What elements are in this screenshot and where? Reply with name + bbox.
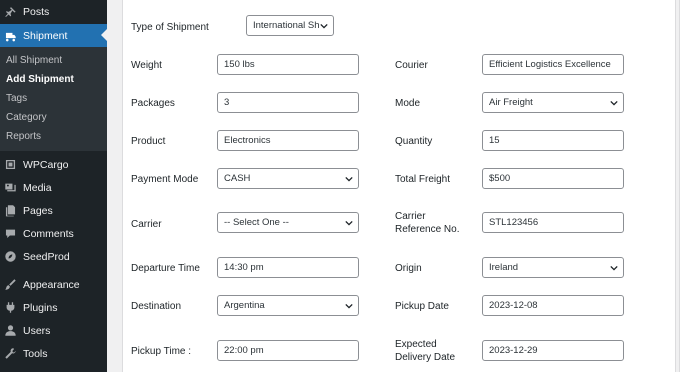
menu-item-pages[interactable]: Pages	[0, 199, 107, 222]
shipment-icon	[4, 29, 17, 42]
mode-select[interactable]: Air Freight	[482, 92, 624, 113]
carrier-select[interactable]: -- Select One --	[217, 212, 359, 233]
submenu-tags[interactable]: Tags	[0, 89, 107, 108]
comments-icon	[4, 227, 17, 240]
user-icon	[4, 324, 17, 337]
origin-select[interactable]: Ireland	[482, 257, 624, 278]
chevron-down-icon	[610, 99, 618, 107]
product-input[interactable]: Electronics	[217, 130, 359, 151]
chevron-down-icon	[345, 219, 353, 227]
menu-label-seedprod: SeedProd	[23, 250, 70, 263]
destination-label: Destination	[131, 301, 182, 312]
chevron-down-icon	[610, 264, 618, 272]
pickup-date-label: Pickup Date	[395, 301, 449, 312]
expected-delivery-label-line2: Delivery Date	[395, 352, 456, 363]
chevron-down-icon	[345, 302, 353, 310]
shipment-form-panel: Type of Shipment International Sh Weight…	[122, 0, 676, 372]
departure-time-input[interactable]: 14:30 pm	[217, 257, 359, 278]
courier-input[interactable]: Efficient Logistics Excellence	[482, 54, 624, 75]
plug-icon	[4, 301, 17, 314]
type-of-shipment-label: Type of Shipment	[131, 22, 209, 33]
payment-mode-label: Payment Mode	[131, 174, 199, 185]
paintbrush-icon	[4, 278, 17, 291]
product-label: Product	[131, 136, 166, 147]
mode-value: Air Freight	[489, 97, 533, 108]
carrier-reference-label: Carrier Reference No.	[395, 210, 459, 236]
carrier-value: -- Select One --	[224, 217, 289, 228]
wpcargo-icon	[4, 158, 17, 171]
payment-mode-value: CASH	[224, 173, 251, 184]
pickup-time-input[interactable]: 22:00 pm	[217, 340, 359, 361]
seedprod-icon	[4, 250, 17, 263]
packages-label: Packages	[131, 98, 175, 109]
pickup-time-label: Pickup Time :	[131, 346, 192, 357]
menu-item-shipment[interactable]: Shipment	[0, 24, 107, 47]
menu-label-tools: Tools	[23, 347, 48, 360]
admin-sidebar: Posts Shipment All Shipment Add Shipment…	[0, 0, 107, 372]
expected-delivery-input[interactable]: 2023-12-29	[482, 340, 624, 361]
quantity-label: Quantity	[395, 136, 433, 147]
carrier-reference-input[interactable]: STL123456	[482, 212, 624, 233]
submenu-category[interactable]: Category	[0, 108, 107, 127]
menu-item-seedprod[interactable]: SeedProd	[0, 245, 107, 268]
pickup-date-input[interactable]: 2023-12-08	[482, 295, 624, 316]
menu-label-posts: Posts	[23, 6, 50, 18]
menu-label-users: Users	[23, 324, 51, 337]
chevron-down-icon	[320, 22, 328, 30]
quantity-input[interactable]: 15	[482, 130, 624, 151]
weight-label: Weight	[131, 60, 162, 71]
destination-value: Argentina	[224, 300, 265, 311]
menu-label-shipment: Shipment	[23, 29, 68, 42]
menu-item-comments[interactable]: Comments	[0, 222, 107, 245]
departure-time-label: Departure Time	[131, 263, 200, 274]
wrench-icon	[4, 347, 17, 360]
menu-label-pages: Pages	[23, 204, 53, 217]
submenu-add-shipment[interactable]: Add Shipment	[0, 70, 107, 89]
menu-label-media: Media	[23, 181, 52, 194]
menu-label-appearance: Appearance	[23, 278, 80, 291]
expected-delivery-label-line1: Expected	[395, 339, 437, 350]
carrier-label: Carrier	[131, 219, 162, 230]
submenu-reports[interactable]: Reports	[0, 127, 107, 146]
packages-input[interactable]: 3	[217, 92, 359, 113]
media-icon	[4, 181, 17, 194]
carrier-reference-label-line2: Reference No.	[395, 224, 460, 235]
menu-item-users[interactable]: Users	[0, 319, 107, 342]
menu-label-comments: Comments	[23, 227, 74, 240]
destination-select[interactable]: Argentina	[217, 295, 359, 316]
origin-label: Origin	[395, 263, 422, 274]
menu-item-plugins[interactable]: Plugins	[0, 296, 107, 319]
menu-item-media[interactable]: Media	[0, 176, 107, 199]
menu-item-tools[interactable]: Tools	[0, 342, 107, 365]
carrier-reference-label-line1: Carrier	[395, 211, 426, 222]
shipment-submenu: All Shipment Add Shipment Tags Category …	[0, 47, 107, 151]
mode-label: Mode	[395, 98, 421, 109]
type-of-shipment-select[interactable]: International Sh	[246, 15, 334, 36]
expected-delivery-label: Expected Delivery Date	[395, 338, 455, 364]
origin-value: Ireland	[489, 262, 519, 273]
menu-label-wpcargo: WPCargo	[23, 158, 69, 171]
payment-mode-select[interactable]: CASH	[217, 168, 359, 189]
submenu-all-shipment[interactable]: All Shipment	[0, 51, 107, 70]
pin-icon	[4, 6, 17, 19]
menu-item-posts[interactable]: Posts	[0, 0, 107, 24]
chevron-down-icon	[345, 175, 353, 183]
menu-item-appearance[interactable]: Appearance	[0, 273, 107, 296]
weight-input[interactable]: 150 lbs	[217, 54, 359, 75]
total-freight-label: Total Freight	[395, 174, 451, 185]
menu-label-plugins: Plugins	[23, 301, 58, 314]
type-of-shipment-value: International Sh	[253, 20, 320, 31]
main-content: Type of Shipment International Sh Weight…	[107, 0, 680, 372]
total-freight-input[interactable]: $500	[482, 168, 624, 189]
pages-icon	[4, 204, 17, 217]
courier-label: Courier	[395, 60, 428, 71]
menu-item-wpcargo[interactable]: WPCargo	[0, 153, 107, 176]
